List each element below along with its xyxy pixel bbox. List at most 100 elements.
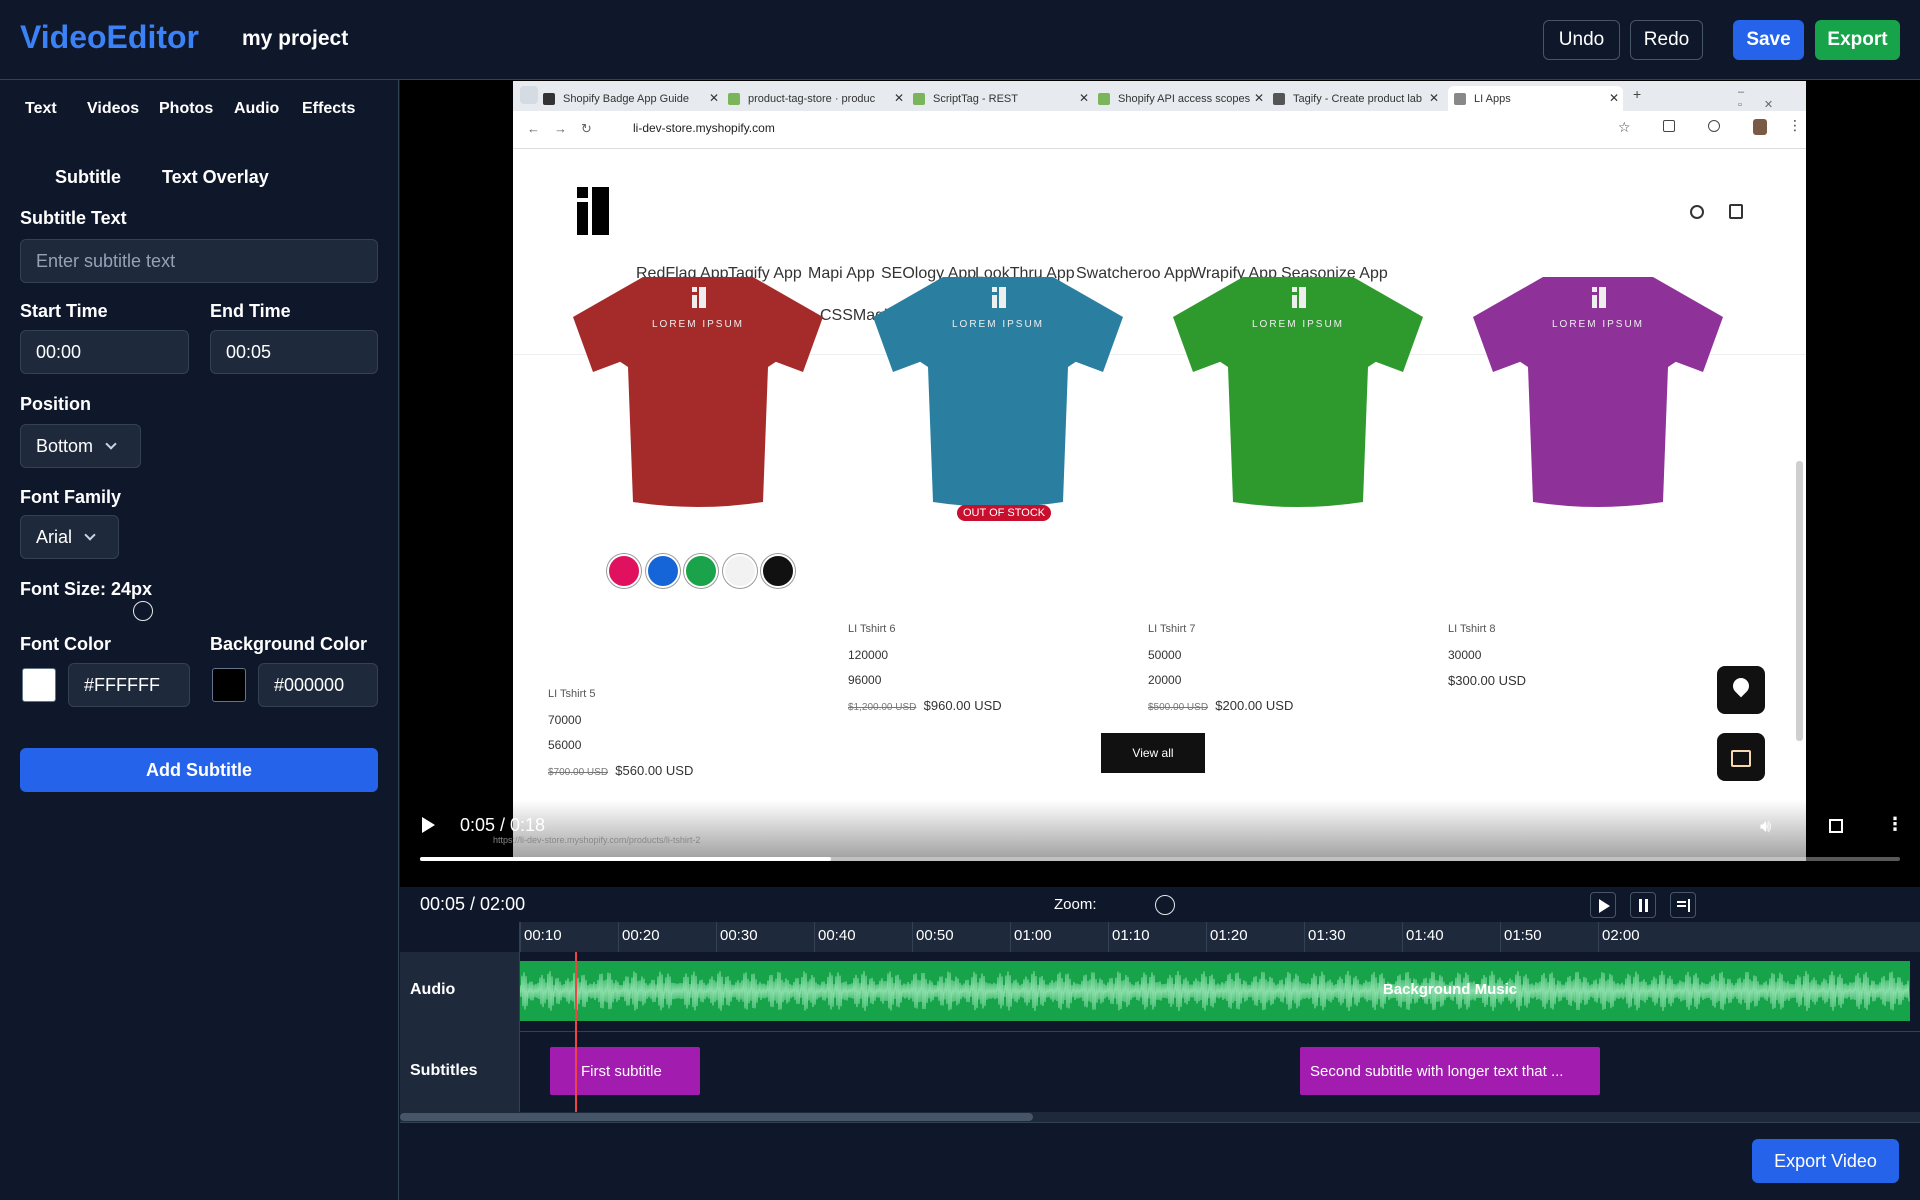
browser-tab-title: Tagify - Create product lab — [1293, 92, 1423, 105]
product-name: LI Tshirt 6 — [848, 623, 896, 635]
product-price: $300.00 USD — [1448, 673, 1527, 688]
add-subtitle-button[interactable]: Add Subtitle — [20, 748, 378, 792]
subtitle-clip-second[interactable]: Second subtitle with longer text that ..… — [1300, 1047, 1600, 1095]
chevron-down-icon — [105, 437, 117, 450]
ruler-tick-label: 00:30 — [720, 927, 758, 944]
close-icon: ✕ — [1253, 91, 1264, 105]
export-button[interactable]: Export — [1815, 20, 1900, 60]
bg-color-input[interactable]: #000000 — [258, 663, 378, 707]
font-color-swatch[interactable] — [22, 668, 56, 702]
subtab-subtitle[interactable]: Subtitle — [55, 167, 121, 188]
browser-tab: Shopify API access scopes ✕ — [1098, 86, 1268, 111]
star-icon: ☆ — [1618, 119, 1631, 135]
audio-track-label: Audio — [410, 981, 456, 998]
close-icon: ✕ — [1428, 91, 1439, 105]
project-name[interactable]: my project — [242, 27, 348, 51]
font-family-label: Font Family — [20, 487, 122, 507]
browser-tab-title: product-tag-store · produc — [748, 92, 876, 105]
timeline-split-button[interactable] — [1670, 892, 1696, 918]
tab-audio[interactable]: Audio — [234, 100, 279, 118]
browser-tab-title: LI Apps — [1474, 92, 1511, 105]
browser-tab: product-tag-store · produc ✕ — [728, 86, 908, 111]
font-family-select[interactable]: Arial — [20, 515, 119, 559]
product-name: LI Tshirt 8 — [1448, 623, 1496, 635]
font-size-slider-thumb[interactable] — [133, 601, 153, 621]
subtitle-text-label: Subtitle Text — [20, 208, 127, 228]
product-image: LOREM IPSUM — [1473, 277, 1723, 507]
export-video-button[interactable]: Export Video — [1752, 1139, 1899, 1183]
tab-text[interactable]: Text — [25, 100, 57, 118]
app-logo: VideoEditor — [20, 19, 199, 55]
product-price-row: $300.00 USD — [1448, 673, 1526, 688]
start-time-input[interactable]: 00:00 — [20, 330, 189, 374]
timeline-tracks: Audio Subtitles Background Music First s… — [400, 952, 1920, 1112]
zoom-slider-thumb[interactable] — [1155, 895, 1175, 915]
kebab-menu-icon: ⋮ — [1788, 117, 1802, 133]
tab-videos[interactable]: Videos — [87, 100, 139, 118]
end-time-input[interactable]: 00:05 — [210, 330, 378, 374]
undo-button[interactable]: Undo — [1543, 20, 1620, 60]
ruler-tick-label: 00:10 — [524, 927, 562, 944]
ruler-tick-label: 01:10 — [1112, 927, 1150, 944]
location-pin-icon — [1717, 666, 1765, 714]
ruler-tick-label: 00:20 — [622, 927, 660, 944]
font-color-label: Font Color — [20, 634, 111, 654]
font-size-label: Font Size: 24px — [20, 579, 153, 599]
subtab-text-overlay[interactable]: Text Overlay — [162, 167, 269, 188]
product-quantity-1: 50000 — [1148, 648, 1182, 662]
extensions-icon — [1663, 120, 1675, 132]
shirt-print-text: LOREM IPSUM — [1552, 319, 1644, 330]
subtitle-clip-first[interactable]: First subtitle — [550, 1047, 700, 1095]
fullscreen-icon[interactable] — [1829, 819, 1843, 833]
video-progress-bar[interactable] — [420, 857, 1900, 861]
bg-color-swatch[interactable] — [212, 668, 246, 702]
position-select[interactable]: Bottom — [20, 424, 141, 468]
save-button[interactable]: Save — [1733, 20, 1804, 60]
tab-effects[interactable]: Effects — [302, 100, 355, 118]
redo-button[interactable]: Redo — [1630, 20, 1703, 60]
timeline-scrollbar-thumb[interactable] — [400, 1113, 1033, 1121]
audio-clip[interactable]: Background Music — [520, 961, 1910, 1021]
playhead[interactable] — [575, 952, 577, 1112]
browser-tab-title: Shopify Badge App Guide — [563, 92, 689, 105]
tab-photos[interactable]: Photos — [159, 100, 213, 118]
ruler-tick-line — [716, 922, 717, 952]
position-value: Bottom — [36, 435, 94, 456]
close-icon: ✕ — [1078, 91, 1089, 105]
ruler-tick-line — [814, 922, 815, 952]
product-price-row: $1,200.00 USD $960.00 USD — [848, 698, 1002, 713]
product-price: $960.00 USD — [923, 698, 1002, 713]
ruler-tick-label: 01:50 — [1504, 927, 1542, 944]
volume-icon[interactable]: 🔊︎ — [1760, 816, 1771, 837]
video-frame-browser: Shopify Badge App Guide ✕ product-tag-stor… — [513, 81, 1806, 861]
shirt-print-text: LOREM IPSUM — [952, 319, 1044, 330]
position-label: Position — [20, 394, 91, 414]
color-swatch — [761, 554, 795, 588]
status-url: https://li-dev-store.myshopify.com/produ… — [493, 835, 701, 845]
start-time-label: Start Time — [20, 301, 108, 321]
subtitle-text-input[interactable]: Enter subtitle text — [20, 239, 378, 283]
timeline-ruler[interactable]: 00:10 00:20 00:30 00:40 00:50 01:00 01:10 01:20… — [400, 922, 1920, 952]
ruler-tick-line — [1598, 922, 1599, 952]
product-name: LI Tshirt 5 — [548, 688, 596, 700]
profile-avatar — [1753, 119, 1767, 135]
font-family-value: Arial — [36, 526, 73, 547]
timeline-pause-button[interactable] — [1630, 892, 1656, 918]
out-of-stock-badge: OUT OF STOCK — [957, 505, 1052, 521]
product-quantity-1: 30000 — [1448, 648, 1482, 662]
timeline-scrollbar[interactable] — [400, 1112, 1920, 1122]
play-icon[interactable] — [422, 817, 435, 833]
product-price-row: $700.00 USD $560.00 USD — [548, 763, 693, 778]
timeline-play-button[interactable] — [1590, 892, 1616, 918]
video-player[interactable]: Shopify Badge App Guide ✕ product-tag-stor… — [400, 80, 1920, 887]
browser-tab-title: Shopify API access scopes — [1118, 92, 1251, 105]
font-color-input[interactable]: #FFFFFF — [68, 663, 190, 707]
cart-icon — [1729, 204, 1743, 219]
browser-tab-bar: Shopify Badge App Guide ✕ product-tag-stor… — [513, 81, 1806, 111]
browser-nav-icon: ←→↻ — [527, 121, 606, 136]
more-options-icon[interactable]: ⋮ — [1886, 814, 1904, 835]
close-icon: ✕ — [708, 91, 719, 105]
shirt-print-text: LOREM IPSUM — [1252, 319, 1344, 330]
ruler-tick-label: 00:50 — [916, 927, 954, 944]
color-swatch — [684, 554, 718, 588]
